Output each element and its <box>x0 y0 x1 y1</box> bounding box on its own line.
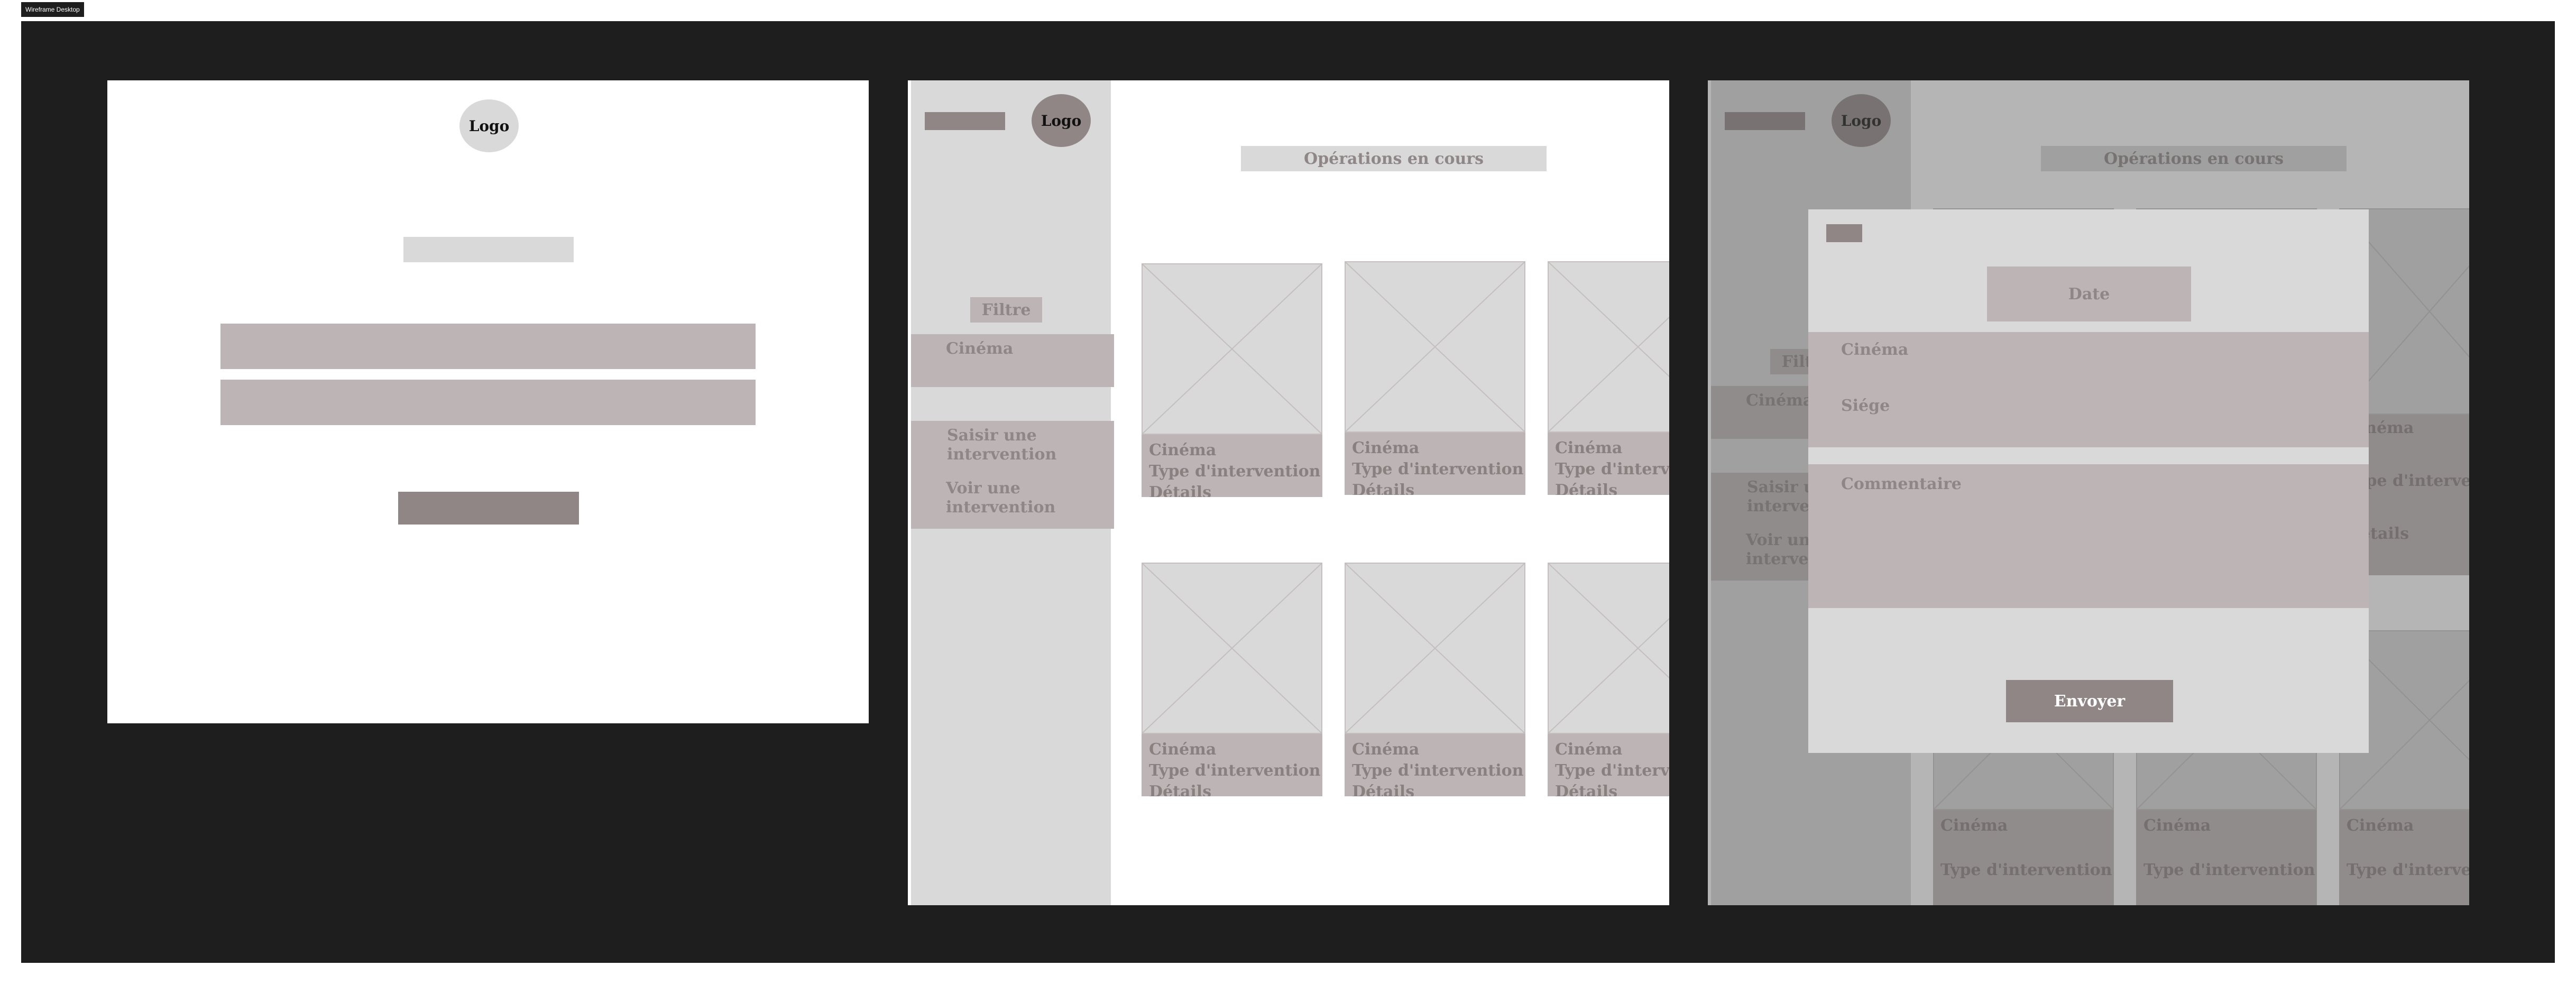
card-cinema: Cinéma <box>1352 439 1420 457</box>
wireframe-canvas: Logo Logo Filtre Cinéma Saisir une inter… <box>21 21 2555 963</box>
comment-label: Commentaire <box>1841 475 1962 493</box>
seat-field-label[interactable]: Siége <box>1841 397 1890 415</box>
card-cinema: Cinéma <box>1149 441 1217 459</box>
card-cinema: Cinéma <box>1352 740 1420 759</box>
card-details: Détails <box>1555 481 1618 495</box>
card-image[interactable] <box>1345 261 1525 433</box>
card-cinema: Cinéma <box>1149 740 1217 759</box>
card-type: Type d'intervention <box>1149 761 1321 780</box>
card-info[interactable]: Cinéma Type d'intervention Détails <box>1548 734 1669 796</box>
cinema-field-label[interactable]: Cinéma <box>1841 341 1908 359</box>
card-image[interactable] <box>1345 563 1525 734</box>
login-frame: Logo <box>107 80 869 723</box>
submit-button[interactable]: Envoyer <box>2006 680 2173 722</box>
card-details: Détails <box>1352 481 1415 495</box>
dashboard-frame: Logo Filtre Cinéma Saisir une interventi… <box>908 80 1669 905</box>
image-placeholder-icon <box>1549 564 1669 733</box>
image-placeholder-icon <box>1549 262 1669 431</box>
card-image[interactable] <box>1142 263 1322 435</box>
date-field[interactable]: Date <box>1987 266 2191 321</box>
card-info[interactable]: Cinéma Type d'intervention Détails <box>1142 734 1322 796</box>
logo: Logo <box>459 99 519 152</box>
card-type: Type d'intervention <box>1149 462 1321 481</box>
image-placeholder-icon <box>1143 564 1321 733</box>
card-info[interactable]: Cinéma Type d'intervention Détails <box>1142 435 1322 497</box>
filter-cinema-label: Cinéma <box>946 339 1014 358</box>
image-placeholder-icon <box>1143 264 1321 434</box>
modal-frame: Logo Filtre Cinéma Saisir une interventi… <box>1708 80 2469 905</box>
card-info[interactable]: Cinéma Type d'intervention Détails <box>1548 433 1669 495</box>
menu-item-create[interactable]: Saisir une intervention <box>947 426 1106 464</box>
card-details: Détails <box>1555 783 1618 796</box>
card-image[interactable] <box>1142 563 1322 734</box>
filter-button[interactable]: Filtre <box>970 297 1042 323</box>
username-field[interactable] <box>220 324 756 369</box>
card-type: Type d'intervention <box>1352 761 1524 780</box>
card-details: Détails <box>1352 783 1415 796</box>
menu-item-view[interactable]: Voir une intervention <box>946 479 1105 517</box>
sidebar-menu: Saisir une intervention Voir une interve… <box>911 421 1114 529</box>
card-type: Type d'intervention <box>1555 761 1669 780</box>
card-image[interactable] <box>1548 563 1669 734</box>
sidebar: Logo Filtre Cinéma Saisir une interventi… <box>908 80 1114 905</box>
card-cinema: Cinéma <box>1555 740 1623 759</box>
comment-field[interactable]: Commentaire <box>1808 464 2369 608</box>
logo-label: Logo <box>1041 112 1082 130</box>
intervention-modal: Date Cinéma Siége Commentaire Envoyer <box>1808 209 2369 753</box>
password-field[interactable] <box>220 380 756 425</box>
image-placeholder-icon <box>1346 262 1524 431</box>
close-icon[interactable] <box>1826 224 1862 242</box>
login-title-placeholder <box>403 237 574 262</box>
login-button[interactable] <box>398 492 579 525</box>
card-info[interactable]: Cinéma Type d'intervention Détails <box>1345 433 1525 495</box>
filter-cinema[interactable]: Cinéma <box>911 334 1114 387</box>
logo-label: Logo <box>468 117 510 135</box>
canvas-tag: Wireframe Desktop <box>21 2 84 17</box>
page-title: Opérations en cours <box>1241 146 1547 171</box>
image-placeholder-icon <box>1346 564 1524 733</box>
card-details: Détails <box>1149 783 1212 796</box>
cinema-seat-group: Cinéma Siége <box>1808 332 2369 447</box>
card-type: Type d'intervention <box>1555 460 1669 479</box>
card-image[interactable] <box>1548 261 1669 433</box>
logo: Logo <box>1032 94 1091 147</box>
card-cinema: Cinéma <box>1555 439 1623 457</box>
card-type: Type d'intervention <box>1352 460 1524 479</box>
card-info[interactable]: Cinéma Type d'intervention Détails <box>1345 734 1525 796</box>
card-details: Détails <box>1149 483 1212 497</box>
menu-placeholder[interactable] <box>925 112 1005 130</box>
